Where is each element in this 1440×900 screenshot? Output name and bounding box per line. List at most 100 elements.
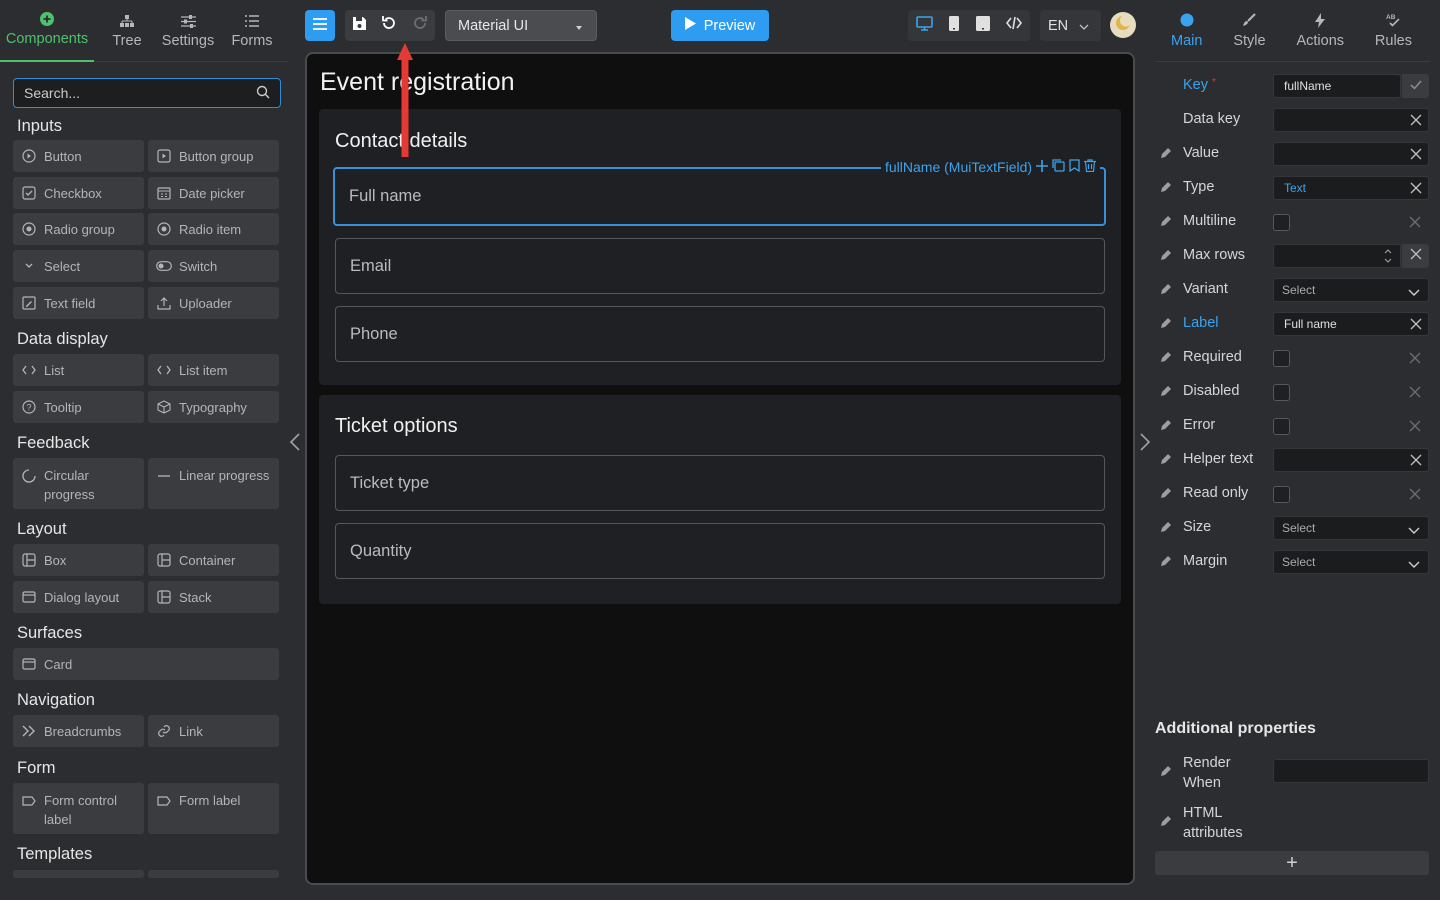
max-rows-stepper[interactable] — [1273, 244, 1401, 268]
component-box[interactable]: Box — [13, 544, 144, 576]
variant-select[interactable]: Select — [1273, 278, 1429, 302]
clear-icon[interactable] — [1410, 454, 1422, 466]
component-list-item[interactable]: List item — [148, 354, 279, 386]
tab-components[interactable]: Components — [0, 0, 94, 62]
stepper-arrows-icon[interactable] — [1384, 248, 1392, 267]
prop-required-label: Required — [1183, 349, 1242, 365]
component-radio-group[interactable]: Radio group — [13, 213, 144, 245]
tree-icon — [120, 13, 134, 29]
ticket-type-label: Ticket type — [350, 473, 430, 492]
tab-tree[interactable]: Tree — [94, 0, 160, 62]
ticket-type-field[interactable]: Ticket type — [335, 455, 1105, 511]
component-form-label[interactable]: Form label — [148, 783, 279, 834]
full-name-field[interactable]: Full name fullName (MuiTextField) — [333, 157, 1106, 226]
clear-icon[interactable] — [1410, 182, 1422, 194]
collapse-left-icon[interactable] — [289, 432, 301, 457]
ticket-card[interactable]: Ticket options Ticket type Quantity — [319, 395, 1121, 604]
quantity-field[interactable]: Quantity — [335, 523, 1105, 579]
tab-settings[interactable]: Settings — [160, 0, 216, 62]
component-tooltip[interactable]: ? Tooltip — [13, 391, 144, 423]
clear-icon[interactable] — [1410, 114, 1422, 126]
component-container[interactable]: Container — [148, 544, 279, 576]
component-circular-progress[interactable]: Circular progress — [13, 458, 144, 509]
clear-icon[interactable] — [1410, 318, 1422, 330]
phone-field[interactable]: Phone — [335, 306, 1105, 362]
multiline-checkbox[interactable] — [1273, 214, 1290, 231]
component-button[interactable]: Button — [13, 140, 144, 172]
error-checkbox[interactable] — [1273, 418, 1290, 435]
component-template-1[interactable] — [13, 870, 144, 878]
read-only-checkbox[interactable] — [1273, 486, 1290, 503]
component-uploader[interactable]: Uploader — [148, 287, 279, 319]
clear-icon[interactable] — [1409, 419, 1421, 432]
menu-button[interactable] — [305, 10, 335, 41]
margin-select[interactable]: Select — [1273, 550, 1429, 574]
required-checkbox[interactable] — [1273, 350, 1290, 367]
component-linear-progress-label: Linear progress — [179, 468, 270, 483]
key-confirm-button[interactable] — [1402, 74, 1429, 98]
component-card[interactable]: Card — [13, 648, 279, 680]
selection-label: fullName (MuiTextField) — [881, 157, 1101, 177]
theme-toggle[interactable] — [1110, 12, 1136, 38]
prop-html-attributes: HTML attributes — [1155, 800, 1430, 844]
component-dialog-layout-label: Dialog layout — [44, 589, 120, 605]
component-link[interactable]: Link — [148, 715, 279, 747]
tab-rules[interactable]: AB Rules — [1375, 0, 1412, 62]
language-select[interactable]: EN — [1040, 10, 1101, 41]
tab-style[interactable]: Style — [1233, 0, 1266, 62]
component-linear-progress[interactable]: Linear progress — [148, 458, 279, 509]
desktop-icon[interactable] — [916, 15, 933, 36]
mobile-icon[interactable] — [949, 15, 960, 36]
helper-text-input[interactable] — [1273, 448, 1429, 472]
redo-icon[interactable] — [412, 15, 428, 36]
tablet-icon[interactable] — [975, 15, 990, 36]
max-rows-clear-button[interactable] — [1402, 244, 1429, 268]
trash-icon[interactable] — [1084, 159, 1097, 175]
search-input[interactable]: Search... — [13, 78, 281, 108]
component-form-control-label[interactable]: Form control label — [13, 783, 144, 834]
clear-icon[interactable] — [1409, 385, 1421, 398]
copy-icon[interactable] — [1052, 159, 1065, 175]
component-radio-item[interactable]: Radio item — [148, 213, 279, 245]
add-property-button[interactable]: + — [1155, 851, 1429, 875]
component-template-2[interactable] — [148, 870, 279, 878]
component-list[interactable]: List — [13, 354, 144, 386]
component-dialog-layout[interactable]: Dialog layout — [13, 581, 144, 613]
component-breadcrumbs[interactable]: Breadcrumbs — [13, 715, 144, 747]
ui-library-select[interactable]: Material UI — [445, 10, 597, 41]
data-key-input[interactable] — [1273, 108, 1429, 132]
component-typography[interactable]: Typography — [148, 391, 279, 423]
clear-icon[interactable] — [1409, 215, 1421, 228]
save-icon[interactable] — [352, 16, 367, 36]
component-switch[interactable]: Switch — [148, 250, 279, 282]
component-text-field[interactable]: Text field — [13, 287, 144, 319]
size-select[interactable]: Select — [1273, 516, 1429, 540]
clear-icon[interactable] — [1409, 351, 1421, 364]
key-input[interactable]: fullName — [1273, 74, 1401, 98]
render-when-input[interactable] — [1273, 759, 1429, 783]
component-select[interactable]: Select — [13, 250, 144, 282]
component-date-picker[interactable]: Date picker — [148, 177, 279, 209]
email-field[interactable]: Email — [335, 238, 1105, 294]
tab-main[interactable]: Main — [1171, 0, 1202, 62]
radio-icon — [21, 221, 37, 237]
bookmark-icon[interactable] — [1069, 159, 1080, 175]
label-input[interactable]: Full name — [1273, 312, 1429, 336]
clear-icon[interactable] — [1409, 487, 1421, 500]
value-input[interactable] — [1273, 142, 1429, 166]
type-input[interactable]: Text — [1273, 176, 1429, 200]
code-brackets-icon — [156, 362, 172, 378]
code-icon[interactable] — [1005, 16, 1022, 35]
tab-actions[interactable]: Actions — [1296, 0, 1344, 62]
undo-icon[interactable] — [381, 15, 397, 36]
component-button-group[interactable]: Button group — [148, 140, 279, 172]
preview-button[interactable]: Preview — [671, 10, 769, 41]
disabled-checkbox[interactable] — [1273, 384, 1290, 401]
tab-forms[interactable]: Forms — [216, 0, 288, 62]
component-checkbox[interactable]: Checkbox — [13, 177, 144, 209]
add-icon[interactable] — [1036, 159, 1049, 175]
clear-icon[interactable] — [1410, 148, 1422, 160]
collapse-right-icon[interactable] — [1139, 432, 1151, 457]
contact-card[interactable]: Contact details Full name fullName (MuiT… — [319, 109, 1121, 385]
component-stack[interactable]: Stack — [148, 581, 279, 613]
